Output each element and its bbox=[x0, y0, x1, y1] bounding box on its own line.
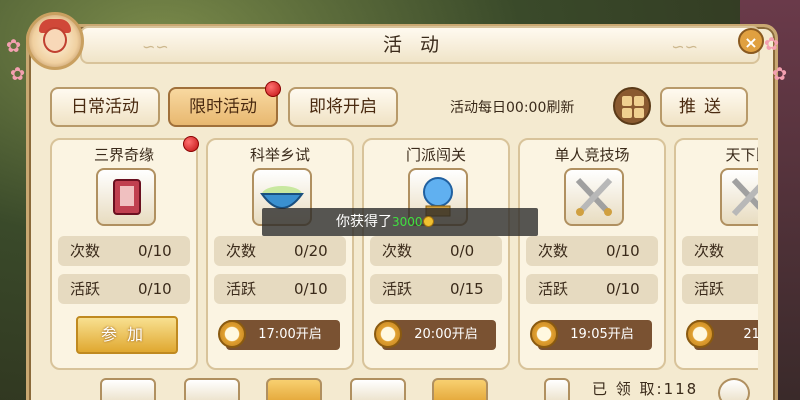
reward-chest-icon[interactable] bbox=[350, 378, 406, 400]
active-label: 活跃 bbox=[694, 280, 725, 298]
active-value: 0/10 bbox=[138, 280, 172, 298]
tab-limited[interactable]: 限时活动 bbox=[168, 87, 278, 127]
close-button[interactable]: × bbox=[738, 28, 764, 54]
tab-upcoming[interactable]: 即将开启 bbox=[288, 87, 398, 127]
reward-chest-icon[interactable] bbox=[432, 378, 488, 400]
received-count: 已 领 取:118 bbox=[592, 380, 699, 398]
active-value: 0/10 bbox=[606, 280, 640, 298]
count-label: 次数 bbox=[70, 242, 101, 260]
activity-card[interactable]: 科举乡试 次数 0/20 活跃 0/10 17:00开启 bbox=[206, 138, 354, 370]
clock-icon bbox=[686, 320, 714, 348]
grid-cell bbox=[622, 108, 632, 118]
reward-chest-icon[interactable] bbox=[100, 378, 156, 400]
flower-decoration-icon: ✿ bbox=[6, 36, 22, 57]
activity-card[interactable]: 单人竞技场 次数 0/10 活跃 0/10 19:05开启 bbox=[518, 138, 666, 370]
count-row: 次数 0/20 bbox=[214, 236, 346, 266]
clock-icon bbox=[530, 320, 558, 348]
count-value: 0/20 bbox=[294, 242, 328, 260]
count-value: 0/10 bbox=[138, 242, 172, 260]
notification-dot-icon bbox=[265, 81, 281, 97]
active-row: 活跃 bbox=[682, 274, 758, 304]
join-button[interactable]: 参加 bbox=[76, 316, 178, 354]
count-row: 次数 0/10 bbox=[526, 236, 658, 266]
refresh-time-text: 活动每日00:00刷新 bbox=[450, 100, 575, 116]
active-row: 活跃 0/10 bbox=[58, 274, 190, 304]
active-value: 0/15 bbox=[450, 280, 484, 298]
activity-name: 三界奇缘 bbox=[93, 146, 154, 164]
avatar-face bbox=[43, 27, 67, 53]
flower-decoration-icon: ✿ bbox=[10, 64, 26, 85]
reward-chest-icon[interactable] bbox=[184, 378, 240, 400]
count-value: 0/0 bbox=[450, 242, 475, 260]
active-label: 活跃 bbox=[70, 280, 101, 298]
scroll-icon[interactable] bbox=[544, 378, 570, 400]
count-label: 次数 bbox=[694, 242, 725, 260]
toast-amount: 3000 bbox=[392, 215, 423, 229]
active-value: 0/10 bbox=[294, 280, 328, 298]
count-row: 次数 0/10 bbox=[58, 236, 190, 266]
book-icon[interactable] bbox=[96, 168, 156, 226]
coin-icon bbox=[422, 216, 434, 227]
npc-avatar[interactable] bbox=[26, 12, 84, 70]
active-label: 活跃 bbox=[538, 280, 569, 298]
count-value: 0/10 bbox=[606, 242, 640, 260]
swirl-ornament-icon: ∽∽ bbox=[671, 37, 698, 56]
flower-decoration-icon: ✿ bbox=[764, 34, 780, 55]
clock-icon bbox=[218, 320, 246, 348]
active-row: 活跃 0/10 bbox=[214, 274, 346, 304]
active-label: 活跃 bbox=[382, 280, 413, 298]
count-label: 次数 bbox=[226, 242, 257, 260]
tab-daily[interactable]: 日常活动 bbox=[50, 87, 160, 127]
crossed-swords-icon[interactable] bbox=[564, 168, 624, 226]
active-row: 活跃 0/15 bbox=[370, 274, 502, 304]
reward-chest-icon[interactable] bbox=[266, 378, 322, 400]
activity-name: 门派闯关 bbox=[405, 146, 466, 164]
activity-name: 单人竞技场 bbox=[554, 146, 630, 164]
activity-card[interactable]: 三界奇缘 次数 0/10 活跃 0/10 参加 bbox=[50, 138, 198, 370]
activity-card[interactable]: 天下比 次数无 活跃 21:0 bbox=[674, 138, 758, 370]
title-bar: ∽∽ 活动 ∽∽ bbox=[80, 26, 760, 64]
activity-name: 天下比 bbox=[725, 146, 758, 164]
grid-cell bbox=[622, 96, 632, 106]
page-title: 活动 bbox=[382, 34, 457, 56]
flower-decoration-icon: ✿ bbox=[772, 64, 788, 85]
grid-cell bbox=[634, 108, 644, 118]
count-label: 次数 bbox=[538, 242, 569, 260]
count-row: 次数 0/0 bbox=[370, 236, 502, 266]
info-icon[interactable] bbox=[718, 378, 750, 400]
push-button[interactable]: 推送 bbox=[660, 87, 748, 127]
reward-toast: 你获得了3000 bbox=[262, 208, 538, 236]
clock-icon bbox=[374, 320, 402, 348]
card-scroll-area[interactable]: 科举乡试 次数 0/20 活跃 0/10 17:00开启 门派闯关 次数 0/0 活跃… bbox=[194, 138, 758, 378]
active-row: 活跃 0/10 bbox=[526, 274, 658, 304]
active-label: 活跃 bbox=[226, 280, 257, 298]
activity-card[interactable]: 门派闯关 次数 0/0 活跃 0/15 20:00开启 bbox=[362, 138, 510, 370]
activity-name: 科举乡试 bbox=[249, 146, 310, 164]
count-label: 次数 bbox=[382, 242, 413, 260]
toast-text: 你获得了 bbox=[336, 214, 392, 230]
swirl-ornament-icon: ∽∽ bbox=[142, 37, 169, 56]
grid-menu-button[interactable] bbox=[613, 87, 651, 125]
grid-cell bbox=[634, 96, 644, 106]
count-row: 次数无 bbox=[682, 236, 758, 266]
crossed-swords-icon[interactable] bbox=[720, 168, 758, 226]
